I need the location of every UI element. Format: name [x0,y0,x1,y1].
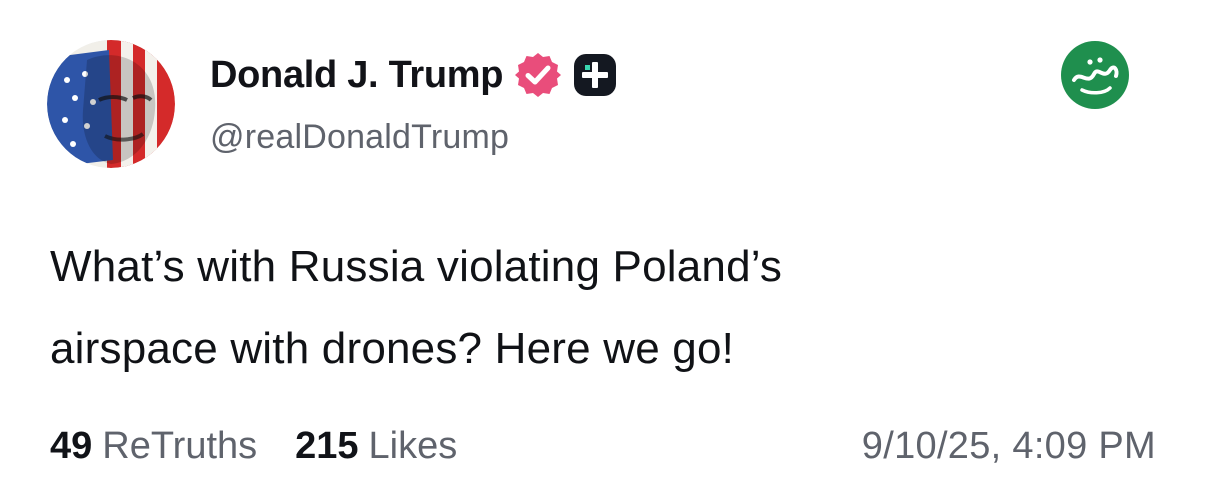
post-card: Donald J. Trump @realDonaldTrump What’s … [0,0,1206,500]
post-body-line: airspace with drones? Here we go! [50,324,735,373]
retruths-count: 49 [50,424,93,467]
verified-check-icon [513,50,563,100]
likes-stat[interactable]: 215 Likes [295,425,457,468]
plus-badge-icon [573,53,617,97]
author-display-name[interactable]: Donald J. Trump [210,54,504,97]
channel-logo-icon [1060,40,1130,110]
post-timestamp[interactable]: 9/10/25, 4:09 PM [862,418,1156,474]
post-stats: 49 ReTruths 215 Likes [50,418,495,474]
avatar[interactable] [47,40,175,168]
likes-label: Likes [368,424,458,467]
name-row: Donald J. Trump [210,50,617,100]
likes-count: 215 [295,424,359,467]
author-block: Donald J. Trump @realDonaldTrump [210,50,617,157]
retruths-stat[interactable]: 49 ReTruths [50,425,257,468]
retruths-label: ReTruths [102,424,258,467]
post-body-line: What’s with Russia violating Poland’s [50,242,783,291]
author-handle[interactable]: @realDonaldTrump [210,118,617,157]
avatar-image [47,40,175,168]
post-body: What’s with Russia violating Poland’s ai… [50,226,1150,390]
